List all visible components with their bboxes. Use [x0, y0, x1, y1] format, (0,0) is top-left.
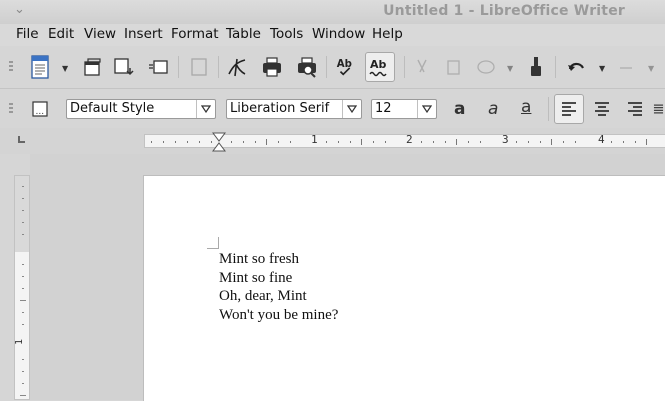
paragraph-style-value: Default Style	[70, 101, 155, 116]
window-title: Untitled 1 - LibreOffice Writer	[383, 3, 625, 19]
styles-sidebar-icon[interactable]: ...	[28, 97, 52, 121]
document-text-line[interactable]: Mint so fresh	[219, 251, 299, 268]
menu-file[interactable]: File	[16, 26, 39, 42]
toolbar-grip[interactable]	[9, 61, 13, 73]
menu-window[interactable]: Window	[312, 26, 365, 42]
paste-icon[interactable]	[474, 55, 498, 79]
paste-dropdown-arrow-icon[interactable]: ▼	[507, 64, 513, 73]
menu-bar: File Edit View Insert Format Table Tools…	[0, 24, 665, 46]
font-name-combo[interactable]: Liberation Serif	[226, 99, 362, 119]
toolbar-separator	[404, 56, 405, 78]
text-boundary-corner	[207, 237, 219, 249]
title-bar: ⌄ Untitled 1 - LibreOffice Writer	[0, 0, 665, 24]
align-center-icon[interactable]	[590, 97, 614, 121]
menu-table[interactable]: Table	[226, 26, 261, 42]
ruler-mark: 1	[311, 133, 318, 146]
copy-icon[interactable]	[442, 55, 466, 79]
document-text-line[interactable]: Mint so fine	[219, 270, 292, 287]
save-icon[interactable]	[146, 55, 170, 79]
vertical-ruler[interactable]: 1	[14, 175, 30, 400]
open-icon[interactable]	[112, 55, 136, 79]
menu-tools[interactable]: Tools	[270, 26, 303, 42]
redo-icon[interactable]	[614, 55, 638, 79]
font-size-combo[interactable]: 12	[371, 99, 437, 119]
document-text-line[interactable]: Oh, dear, Mint	[219, 288, 307, 305]
chevron-down-icon[interactable]	[196, 100, 215, 118]
justify-icon[interactable]	[652, 97, 665, 121]
paragraph-style-combo[interactable]: Default Style	[66, 99, 216, 119]
menu-help[interactable]: Help	[372, 26, 403, 42]
italic-icon[interactable]: a	[488, 99, 498, 119]
menu-edit[interactable]: Edit	[48, 26, 74, 42]
undo-dropdown-arrow-icon[interactable]: ▼	[599, 64, 605, 73]
clone-formatting-icon[interactable]	[524, 55, 548, 79]
menu-view[interactable]: View	[84, 26, 116, 42]
ruler-mark: 3	[502, 133, 509, 146]
underline-icon[interactable]: a	[521, 97, 531, 117]
templates-icon[interactable]	[80, 55, 104, 79]
font-name-value: Liberation Serif	[230, 101, 330, 116]
indent-marker-icon[interactable]	[212, 132, 226, 152]
toolbar-separator	[548, 97, 549, 121]
document-text-line[interactable]: Won't you be mine?	[219, 307, 338, 324]
print-preview-icon[interactable]	[295, 55, 319, 79]
new-dropdown-arrow-icon[interactable]: ▼	[62, 64, 68, 73]
ruler-mark: 2	[406, 133, 413, 146]
undo-icon[interactable]	[564, 55, 588, 79]
ruler-mark: 4	[598, 133, 605, 146]
menu-format[interactable]: Format	[171, 26, 219, 42]
spellcheck-icon[interactable]: Ab	[334, 55, 358, 79]
redo-dropdown-arrow-icon[interactable]: ▼	[648, 64, 654, 73]
toolbar-grip[interactable]	[9, 103, 13, 115]
horizontal-ruler[interactable]: 1 2 3 4	[0, 128, 665, 154]
tab-type-icon[interactable]	[18, 136, 25, 143]
svg-text:Ab: Ab	[370, 58, 387, 71]
print-icon[interactable]	[260, 55, 284, 79]
toolbar-separator	[178, 56, 179, 78]
window-menu-chevron-icon[interactable]: ⌄	[14, 2, 25, 17]
chevron-down-icon[interactable]	[417, 100, 436, 118]
toolbar-separator	[326, 56, 327, 78]
bold-icon[interactable]: a	[454, 99, 465, 119]
toolbar-separator	[218, 56, 219, 78]
edit-file-icon[interactable]	[187, 55, 211, 79]
toolbar-separator	[555, 56, 556, 78]
standard-toolbar: ▼ Ab Ab ▼ ▼ ▼	[0, 46, 665, 88]
chevron-down-icon[interactable]	[342, 100, 361, 118]
menu-insert[interactable]: Insert	[124, 26, 163, 42]
font-size-value: 12	[375, 101, 392, 116]
autospellcheck-icon[interactable]: Ab	[365, 52, 395, 82]
export-pdf-icon[interactable]	[225, 55, 249, 79]
align-left-icon[interactable]	[554, 94, 584, 124]
svg-text:...: ...	[36, 107, 45, 117]
svg-text:1: 1	[15, 339, 25, 345]
new-document-icon[interactable]	[28, 55, 52, 79]
cut-icon[interactable]	[410, 55, 434, 79]
formatting-toolbar: ... Default Style Liberation Serif 12 a …	[0, 88, 665, 129]
align-right-icon[interactable]	[623, 97, 647, 121]
